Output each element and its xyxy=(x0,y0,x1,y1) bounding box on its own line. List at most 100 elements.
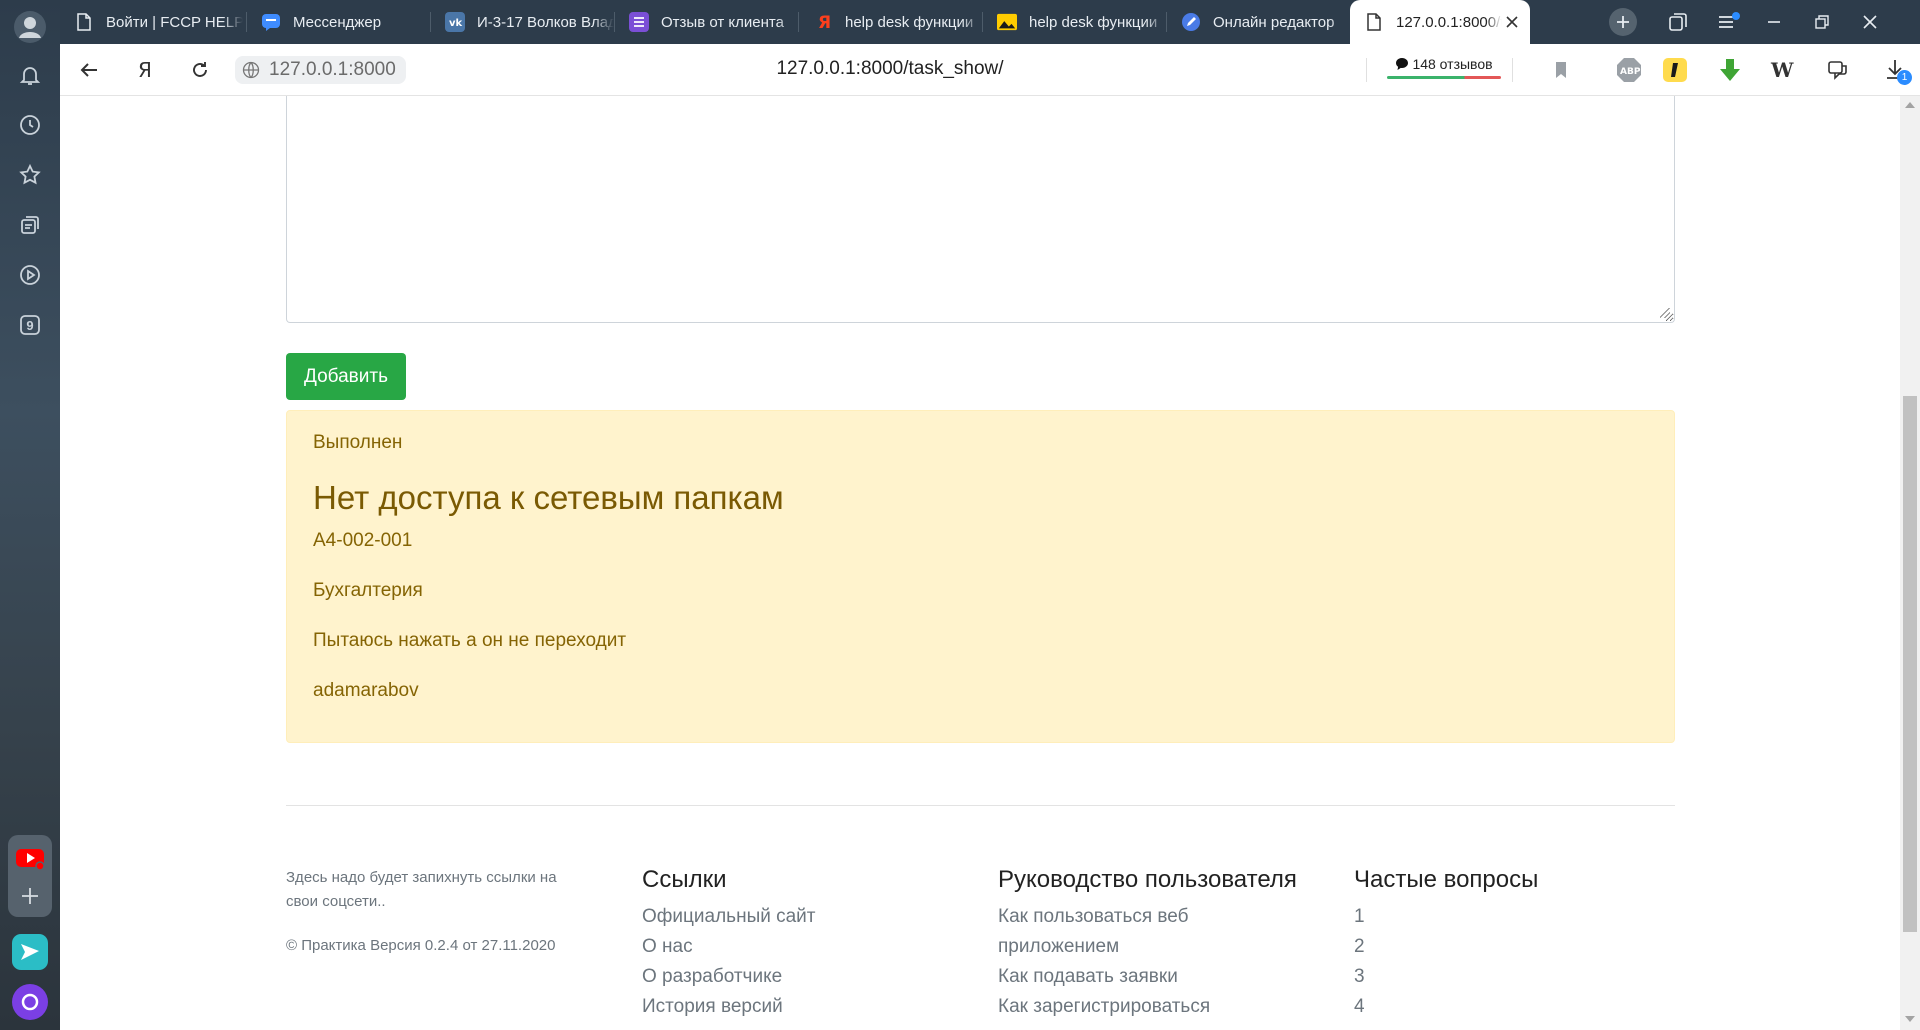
reviews-count: 148 отзывов xyxy=(1412,56,1493,72)
tab-title: Мессенджер xyxy=(293,13,382,31)
messenger-icon xyxy=(261,12,281,32)
notifications-bell-icon[interactable] xyxy=(15,60,45,90)
footer-faq-title: Частые вопросы xyxy=(1354,866,1539,893)
scroll-up-arrow-icon[interactable] xyxy=(1905,102,1915,108)
close-tab-icon[interactable] xyxy=(1502,12,1522,32)
task-department: Бухгалтерия xyxy=(313,580,423,601)
document-icon xyxy=(74,12,94,32)
video-play-icon[interactable] xyxy=(15,260,45,290)
site-reviews-widget[interactable]: 148 отзывов xyxy=(1386,54,1502,84)
task-title: Нет доступа к сетевым папкам xyxy=(313,479,784,516)
tab-yandex-images[interactable]: help desk функции xyxy=(983,4,1166,40)
page-viewport: Добавить Выполнен Нет доступа к сетевым … xyxy=(60,96,1900,1030)
svg-text:W: W xyxy=(1770,59,1794,81)
add-button[interactable]: Добавить xyxy=(286,353,406,400)
svg-text:Я: Я xyxy=(818,13,831,32)
svg-text:Я: Я xyxy=(138,58,152,82)
footer-faq-item[interactable]: 3 xyxy=(1354,962,1538,992)
task-author: adamarabov xyxy=(313,680,419,701)
footer-guide-item[interactable]: Как подавать заявки xyxy=(998,962,1297,992)
close-window-icon[interactable] xyxy=(1856,8,1884,36)
history-clock-icon[interactable] xyxy=(15,110,45,140)
footer-guide-item[interactable]: Как пользоваться веб xyxy=(998,902,1297,932)
tab-collections-icon[interactable] xyxy=(1664,8,1692,36)
tab-title: И-3-17 Волков Владимир xyxy=(477,13,614,31)
svg-text:vk: vk xyxy=(449,18,463,29)
browser-sidebar: 9 xyxy=(0,0,60,1030)
tab-title: help desk функции xyxy=(1029,13,1158,31)
footer-divider xyxy=(286,805,1675,806)
globe-icon xyxy=(241,60,261,80)
alice-assistant-icon[interactable] xyxy=(12,984,48,1020)
downloads-badge: 1 xyxy=(1897,70,1912,85)
page-scrollbar[interactable] xyxy=(1900,96,1920,1030)
image-icon xyxy=(997,12,1017,32)
profile-avatar-icon[interactable] xyxy=(12,9,48,45)
youtube-icon[interactable] xyxy=(12,840,48,876)
footer-faq-item[interactable]: 2 xyxy=(1354,932,1538,962)
address-bar-url[interactable]: 127.0.0.1:8000/task_show/ xyxy=(540,58,1240,80)
translate-extension-icon[interactable] xyxy=(1823,55,1853,85)
footer-guide-item[interactable]: приложением xyxy=(998,932,1297,962)
new-tab-button[interactable] xyxy=(1609,8,1637,36)
scroll-thumb[interactable] xyxy=(1903,396,1917,932)
reviews-rating-bar xyxy=(1387,76,1501,79)
toolbar-divider xyxy=(1366,58,1367,82)
bookmarks-star-icon[interactable] xyxy=(15,160,45,190)
menu-icon[interactable] xyxy=(1714,8,1742,36)
footer-faq-item[interactable]: 4 xyxy=(1354,992,1538,1022)
chat-bubble-icon xyxy=(1396,58,1409,70)
task-description: Пытаюсь нажать а он не переходит xyxy=(313,630,627,651)
tab-yandex-search[interactable]: Я help desk функции xyxy=(799,4,982,40)
footer-social-note: Здесь надо будет запихнуть ссылки на сво… xyxy=(286,869,557,910)
wikipedia-w-icon[interactable]: W xyxy=(1769,55,1799,85)
minimize-window-icon[interactable] xyxy=(1760,8,1788,36)
footer-faq-column: Частые вопросы 1 2 3 4 xyxy=(1354,866,1538,1022)
footer-link-official-site[interactable]: Официальный сайт xyxy=(642,902,816,932)
tab-messenger[interactable]: Мессенджер xyxy=(247,4,430,40)
task-status: Выполнен xyxy=(313,432,403,453)
tab-title: Отзыв от клиента xyxy=(661,13,784,31)
tab-title: help desk функции xyxy=(845,13,974,31)
collections-icon[interactable] xyxy=(15,210,45,240)
yandex-extension-icon[interactable] xyxy=(1660,55,1690,85)
footer-faq-item[interactable]: 1 xyxy=(1354,902,1538,932)
message-textarea[interactable] xyxy=(286,96,1675,323)
site-host-text: 127.0.0.1:8000 xyxy=(269,59,396,80)
scroll-down-arrow-icon[interactable] xyxy=(1905,1016,1915,1022)
footer-links-column: Ссылки Официальный сайт О нас О разработ… xyxy=(642,866,816,1022)
footer-guide-item[interactable]: Как зарегистрироваться xyxy=(998,992,1297,1022)
tab-title: 127.0.0.1:8000/task_show/ xyxy=(1396,13,1502,31)
task-code: А4-002-001 xyxy=(313,530,413,551)
footer-link-version-history[interactable]: История версий xyxy=(642,992,816,1022)
yandex-logo-icon[interactable]: Я xyxy=(130,55,160,85)
messenger-app-icon[interactable] xyxy=(12,934,48,970)
downloads-icon[interactable]: 1 xyxy=(1880,55,1912,85)
site-host-pill[interactable]: 127.0.0.1:8000 xyxy=(235,56,406,84)
reload-icon[interactable] xyxy=(185,55,215,85)
footer-copyright: © Практика Версия 0.2.4 от 27.11.2020 xyxy=(286,937,556,954)
tab-task-show-active[interactable]: 127.0.0.1:8000/task_show/ xyxy=(1350,0,1530,44)
download-arrow-extension-icon[interactable] xyxy=(1715,55,1745,85)
footer-link-developer[interactable]: О разработчике xyxy=(642,962,816,992)
editor-icon xyxy=(1181,12,1201,32)
task-card: Выполнен Нет доступа к сетевым папкам А4… xyxy=(286,410,1675,743)
back-arrow-icon[interactable] xyxy=(74,55,104,85)
footer-link-about[interactable]: О нас xyxy=(642,932,816,962)
toolbar-divider xyxy=(1512,58,1513,82)
restore-window-icon[interactable] xyxy=(1808,8,1836,36)
footer-guide-column: Руководство пользователя Как пользоватьс… xyxy=(998,866,1297,1022)
tab-title: Онлайн редактор xyxy=(1213,13,1335,31)
tab-online-editor[interactable]: Онлайн редактор xyxy=(1167,4,1350,40)
tab-fccp-login[interactable]: Войти | FCCP HELP DESK xyxy=(60,4,243,40)
list-icon xyxy=(629,12,649,32)
svg-text:ABP: ABP xyxy=(1620,67,1641,77)
counter-badge-icon[interactable]: 9 xyxy=(15,310,45,340)
tab-client-feedback[interactable]: Отзыв от клиента xyxy=(615,4,798,40)
address-toolbar: Я 127.0.0.1:8000 127.0.0.1:8000/task_sho… xyxy=(60,44,1920,96)
add-app-icon[interactable] xyxy=(12,878,48,914)
textarea-resize-grip[interactable] xyxy=(1660,308,1673,321)
bookmark-flag-icon[interactable] xyxy=(1546,55,1576,85)
adblock-plus-icon[interactable]: ABP xyxy=(1614,55,1644,85)
tab-vk-volkov[interactable]: vk И-3-17 Волков Владимир xyxy=(431,4,614,40)
